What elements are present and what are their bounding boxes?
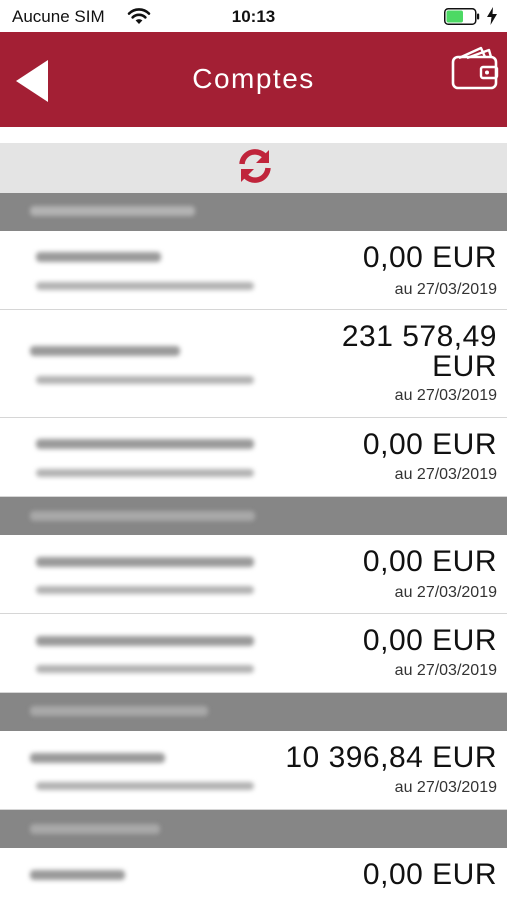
balance-date: au 27/03/2019: [394, 387, 497, 404]
section-header: [0, 693, 507, 731]
battery-icon: [444, 8, 480, 25]
spacer: [0, 127, 507, 143]
status-bar: Aucune SIM 10:13: [0, 0, 507, 32]
account-balance: 0,00 EUR: [362, 858, 497, 891]
section-header: [0, 497, 507, 535]
page-title: Comptes: [192, 63, 315, 94]
account-balance: 231 578,49 EUR: [341, 320, 497, 383]
account-balance: 0,00 EUR: [362, 428, 497, 461]
clock: 10:13: [231, 7, 276, 26]
account-row[interactable]: 0,00 EUR: [0, 848, 507, 900]
account-balance: 0,00 EUR: [362, 545, 497, 578]
balance-date: au 27/03/2019: [394, 662, 497, 679]
balance-date: au 27/03/2019: [394, 466, 497, 483]
account-row[interactable]: 0,00 EUR au 27/03/2019: [0, 535, 507, 614]
section-header: [0, 193, 507, 231]
nav-bar: Comptes: [0, 32, 507, 127]
wallet-icon[interactable]: [451, 46, 499, 90]
account-row[interactable]: 0,00 EUR au 27/03/2019: [0, 231, 507, 310]
account-row[interactable]: 0,00 EUR au 27/03/2019: [0, 418, 507, 497]
account-balance: 10 396,84 EUR: [285, 741, 497, 774]
refresh-bar: [0, 143, 507, 193]
account-row[interactable]: 10 396,84 EUR au 27/03/2019: [0, 731, 507, 810]
refresh-icon[interactable]: [236, 147, 274, 185]
section-header: [0, 810, 507, 848]
account-row[interactable]: 231 578,49 EUR au 27/03/2019: [0, 310, 507, 418]
balance-date: au 27/03/2019: [394, 779, 497, 796]
account-balance: 0,00 EUR: [362, 241, 497, 274]
account-balance: 0,00 EUR: [362, 624, 497, 657]
balance-date: au 27/03/2019: [394, 584, 497, 601]
balance-date: au 27/03/2019: [394, 281, 497, 298]
charging-icon: [487, 7, 497, 25]
account-row[interactable]: 0,00 EUR au 27/03/2019: [0, 614, 507, 693]
